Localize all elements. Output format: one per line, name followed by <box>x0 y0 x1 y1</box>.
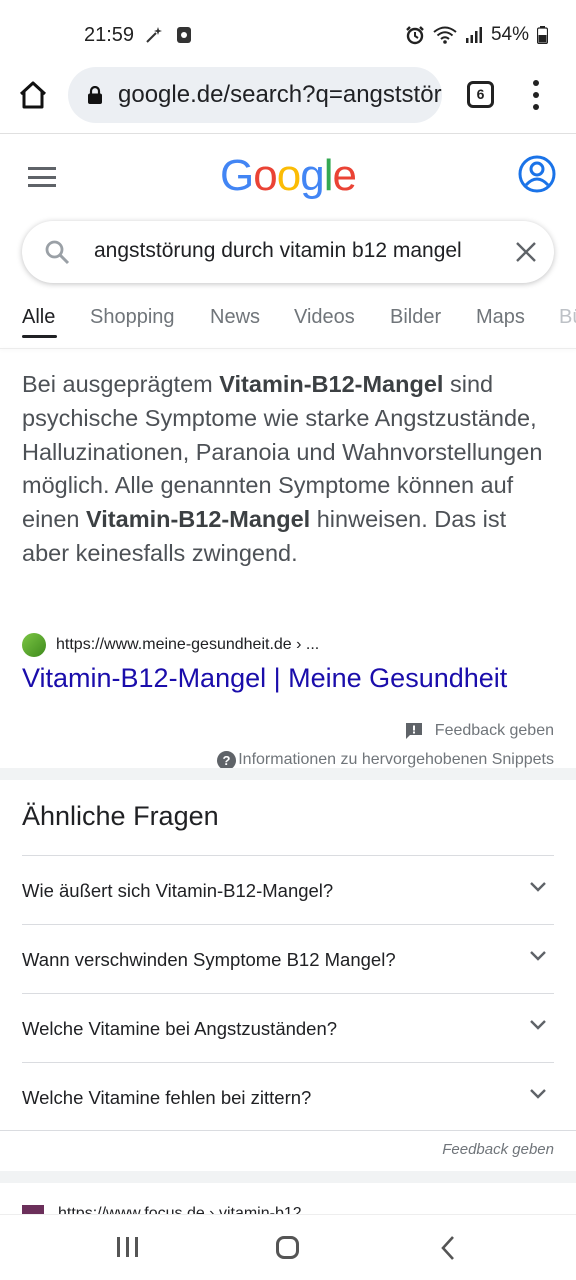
active-tab-indicator <box>22 335 57 338</box>
logo-letter: e <box>332 151 357 200</box>
wand-icon <box>146 27 162 43</box>
search-box[interactable] <box>22 221 554 283</box>
feedback-link[interactable]: Feedback geben <box>405 722 554 740</box>
home-button-icon[interactable] <box>276 1236 299 1259</box>
back-icon[interactable] <box>440 1235 456 1261</box>
browser-toolbar: google.de/search?q=angststörung+durch+vi… <box>0 64 576 134</box>
tab-news[interactable]: News <box>210 306 260 329</box>
question-text: Wann verschwinden Symptome B12 Mangel? <box>22 949 396 970</box>
info-label: Informationen zu hervorgehobenen Snippet… <box>238 751 554 768</box>
alarm-icon <box>406 26 424 45</box>
tab-switcher-button[interactable]: 6 <box>467 81 494 108</box>
system-nav-bar <box>0 1214 576 1280</box>
related-feedback-link[interactable]: Feedback geben <box>442 1141 554 1158</box>
snippet-source[interactable]: https://www.meine-gesundheit.de › ... <box>22 633 319 657</box>
google-header: Google <box>0 134 576 216</box>
feedback-icon <box>405 723 422 739</box>
tab-all[interactable]: Alle <box>22 306 55 329</box>
overflow-menu-icon[interactable] <box>528 80 544 110</box>
divider <box>0 348 576 349</box>
question-text: Welche Vitamine bei Angstzuständen? <box>22 1018 338 1039</box>
close-icon[interactable] <box>515 241 537 263</box>
section-separator <box>0 768 576 780</box>
chevron-down-icon <box>530 1020 546 1030</box>
battery-icon <box>537 26 548 44</box>
logo-letter: G <box>220 151 254 200</box>
search-input[interactable] <box>94 239 484 263</box>
question-text: Wie äußert sich Vitamin-B12-Mangel? <box>22 880 334 901</box>
screen-record-icon <box>177 27 191 43</box>
featured-snippet-text: Bei ausgeprägtem Vitamin-B12-Mangel sind… <box>22 371 543 566</box>
account-icon[interactable] <box>517 154 557 194</box>
tab-videos[interactable]: Videos <box>294 306 355 329</box>
home-icon[interactable] <box>18 80 48 110</box>
related-question[interactable]: Wann verschwinden Symptome B12 Mangel? <box>22 924 554 993</box>
divider <box>0 1130 576 1131</box>
snippet-info-link[interactable]: ? Informationen zu hervorgehobenen Snipp… <box>217 751 554 769</box>
search-icon[interactable] <box>44 239 70 265</box>
related-questions-title: Ähnliche Fragen <box>22 801 219 831</box>
related-question[interactable]: Welche Vitamine bei Angstzuständen? <box>22 993 554 1062</box>
url-text: google.de/search?q=angststörung+durch+vi… <box>118 81 442 108</box>
related-questions-list: Wie äußert sich Vitamin-B12-Mangel? Wann… <box>22 855 554 1131</box>
source-url: https://www.meine-gesundheit.de › ... <box>56 636 320 653</box>
chevron-down-icon <box>530 951 546 961</box>
logo-letter: g <box>300 151 325 200</box>
related-question[interactable]: Welche Vitamine fehlen bei zittern? <box>22 1062 554 1131</box>
tab-maps[interactable]: Maps <box>476 306 525 329</box>
section-separator <box>0 1171 576 1183</box>
tab-images[interactable]: Bilder <box>390 306 441 329</box>
snippet-result-title[interactable]: Vitamin-B12-Mangel | Meine Gesundheit <box>22 663 507 694</box>
chevron-down-icon <box>530 882 546 892</box>
question-text: Welche Vitamine fehlen bei zittern? <box>22 1087 312 1108</box>
google-logo[interactable]: Google <box>0 151 576 201</box>
related-question[interactable]: Wie äußert sich Vitamin-B12-Mangel? <box>22 855 554 924</box>
search-tabs: Alle Shopping News Videos Bilder Maps Bü… <box>0 300 576 348</box>
logo-letter: o <box>276 151 302 200</box>
feedback-label: Feedback geben <box>434 722 554 739</box>
tab-shopping[interactable]: Shopping <box>90 306 175 329</box>
wifi-icon <box>433 26 457 44</box>
chevron-down-icon <box>530 1089 546 1099</box>
signal-icon <box>465 27 482 43</box>
status-time: 21:59 <box>84 24 135 46</box>
recent-apps-icon[interactable] <box>117 1237 138 1257</box>
logo-letter: o <box>253 151 278 200</box>
lock-icon <box>88 86 102 104</box>
tab-books[interactable]: Bücher <box>559 306 576 329</box>
battery-text: 54% <box>490 24 529 45</box>
site-favicon <box>22 633 46 657</box>
status-bar: 21:59 54% <box>0 0 576 64</box>
help-icon: ? <box>217 751 237 769</box>
svg-text:?: ? <box>223 753 231 768</box>
address-bar[interactable]: google.de/search?q=angststörung+durch+vi… <box>68 67 442 123</box>
